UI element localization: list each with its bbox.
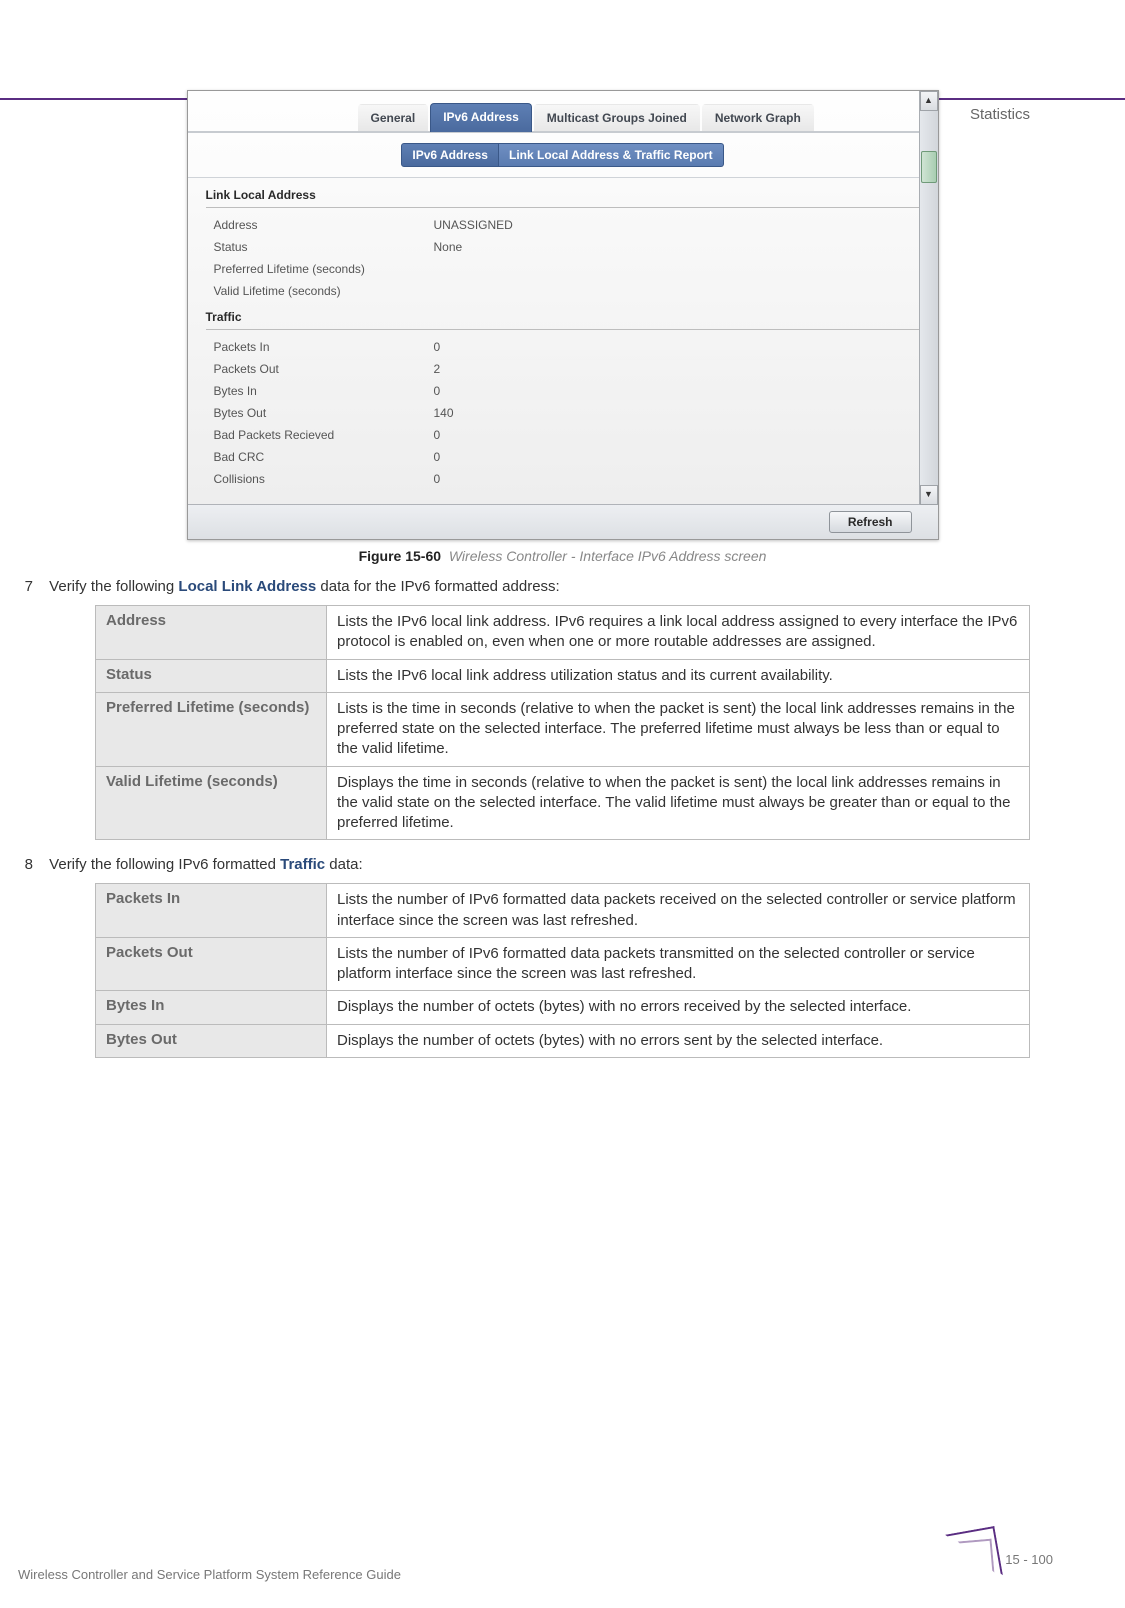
scroll-up-icon[interactable]: ▲ — [920, 91, 938, 111]
row-value: 0 — [434, 428, 912, 442]
figure-title: Wireless Controller - Interface IPv6 Add… — [449, 548, 767, 564]
term-cell: Bytes In — [96, 991, 327, 1024]
traffic-grid: Packets In 0 Packets Out 2 Bytes In 0 By… — [206, 336, 920, 498]
footer-page-number: 15 - 100 — [1005, 1552, 1053, 1567]
table-row: Status Lists the IPv6 local link address… — [96, 659, 1030, 692]
step-number: 7 — [17, 578, 33, 595]
desc-cell: Displays the time in seconds (relative t… — [327, 766, 1030, 840]
desc-cell: Lists the IPv6 local link address. IPv6 … — [327, 606, 1030, 660]
tab-general[interactable]: General — [358, 104, 429, 131]
row-value: 2 — [434, 362, 912, 376]
row-label: Packets Out — [214, 362, 434, 376]
row-value: UNASSIGNED — [434, 218, 912, 232]
link-local-grid: Address UNASSIGNED Status None Preferred… — [206, 214, 920, 310]
row-label: Collisions — [214, 472, 434, 486]
table-row: Valid Lifetime (seconds) Displays the ti… — [96, 766, 1030, 840]
row-label: Packets In — [214, 340, 434, 354]
row-label: Bad CRC — [214, 450, 434, 464]
table-row: Bytes Out Displays the number of octets … — [96, 1024, 1030, 1057]
sub-tab-bar: IPv6 Address Link Local Address & Traffi… — [188, 133, 938, 178]
row-value — [434, 284, 912, 298]
ui-screenshot-panel: General IPv6 Address Multicast Groups Jo… — [187, 90, 939, 540]
row-value: None — [434, 240, 912, 254]
step-8-line: 8 Verify the following IPv6 formatted Tr… — [17, 856, 1030, 873]
table-row: Packets Out Lists the number of IPv6 for… — [96, 937, 1030, 991]
row-value — [434, 262, 912, 276]
term-cell: Packets In — [96, 884, 327, 938]
step-text: Verify the following IPv6 formatted — [49, 856, 280, 873]
subtab-link-local-report[interactable]: Link Local Address & Traffic Report — [499, 143, 724, 167]
step-bold-term: Local Link Address — [178, 578, 316, 595]
definition-table-1: Address Lists the IPv6 local link addres… — [95, 605, 1030, 840]
step-bold-term: Traffic — [280, 856, 325, 873]
term-cell: Valid Lifetime (seconds) — [96, 766, 327, 840]
figure-number: Figure 15-60 — [359, 548, 441, 564]
fieldset-traffic-title: Traffic — [206, 310, 920, 324]
desc-cell: Lists is the time in seconds (relative t… — [327, 692, 1030, 766]
row-label: Bytes In — [214, 384, 434, 398]
row-label: Bytes Out — [214, 406, 434, 420]
panel-body: Link Local Address Address UNASSIGNED St… — [188, 178, 938, 504]
desc-cell: Lists the number of IPv6 formatted data … — [327, 937, 1030, 991]
fieldset-link-local-title: Link Local Address — [206, 188, 920, 202]
step-number: 8 — [17, 856, 33, 873]
footer-guide-title: Wireless Controller and Service Platform… — [18, 1567, 401, 1582]
step-text: data: — [325, 856, 363, 873]
step-text: data for the IPv6 formatted address: — [316, 578, 559, 595]
desc-cell: Lists the number of IPv6 formatted data … — [327, 884, 1030, 938]
desc-cell: Displays the number of octets (bytes) wi… — [327, 991, 1030, 1024]
term-cell: Bytes Out — [96, 1024, 327, 1057]
row-label: Status — [214, 240, 434, 254]
row-label: Address — [214, 218, 434, 232]
table-row: Preferred Lifetime (seconds) Lists is th… — [96, 692, 1030, 766]
row-value: 0 — [434, 340, 912, 354]
step-7-line: 7 Verify the following Local Link Addres… — [17, 578, 1030, 595]
desc-cell: Lists the IPv6 local link address utiliz… — [327, 659, 1030, 692]
row-value: 0 — [434, 472, 912, 486]
subtab-ipv6-address[interactable]: IPv6 Address — [401, 143, 499, 167]
refresh-button[interactable]: Refresh — [829, 511, 912, 533]
table-row: Packets In Lists the number of IPv6 form… — [96, 884, 1030, 938]
step-text: Verify the following — [49, 578, 178, 595]
row-label: Bad Packets Recieved — [214, 428, 434, 442]
definition-table-2: Packets In Lists the number of IPv6 form… — [95, 883, 1030, 1058]
scroll-down-icon[interactable]: ▼ — [920, 485, 938, 505]
main-tab-bar: General IPv6 Address Multicast Groups Jo… — [188, 91, 938, 133]
row-value: 0 — [434, 450, 912, 464]
tab-network-graph[interactable]: Network Graph — [702, 104, 814, 131]
scroll-thumb[interactable] — [921, 151, 937, 183]
tab-multicast-groups[interactable]: Multicast Groups Joined — [534, 104, 700, 131]
term-cell: Preferred Lifetime (seconds) — [96, 692, 327, 766]
footer-swoosh-icon — [947, 1536, 993, 1582]
desc-cell: Displays the number of octets (bytes) wi… — [327, 1024, 1030, 1057]
term-cell: Status — [96, 659, 327, 692]
figure-caption: Figure 15-60 Wireless Controller - Inter… — [95, 548, 1030, 564]
table-row: Address Lists the IPv6 local link addres… — [96, 606, 1030, 660]
row-label: Preferred Lifetime (seconds) — [214, 262, 434, 276]
section-header: Statistics — [970, 106, 1030, 123]
tab-ipv6-address[interactable]: IPv6 Address — [430, 103, 532, 132]
term-cell: Address — [96, 606, 327, 660]
row-label: Valid Lifetime (seconds) — [214, 284, 434, 298]
row-value: 0 — [434, 384, 912, 398]
row-value: 140 — [434, 406, 912, 420]
table-row: Bytes In Displays the number of octets (… — [96, 991, 1030, 1024]
vertical-scrollbar[interactable]: ▲ ▼ — [919, 91, 938, 505]
term-cell: Packets Out — [96, 937, 327, 991]
